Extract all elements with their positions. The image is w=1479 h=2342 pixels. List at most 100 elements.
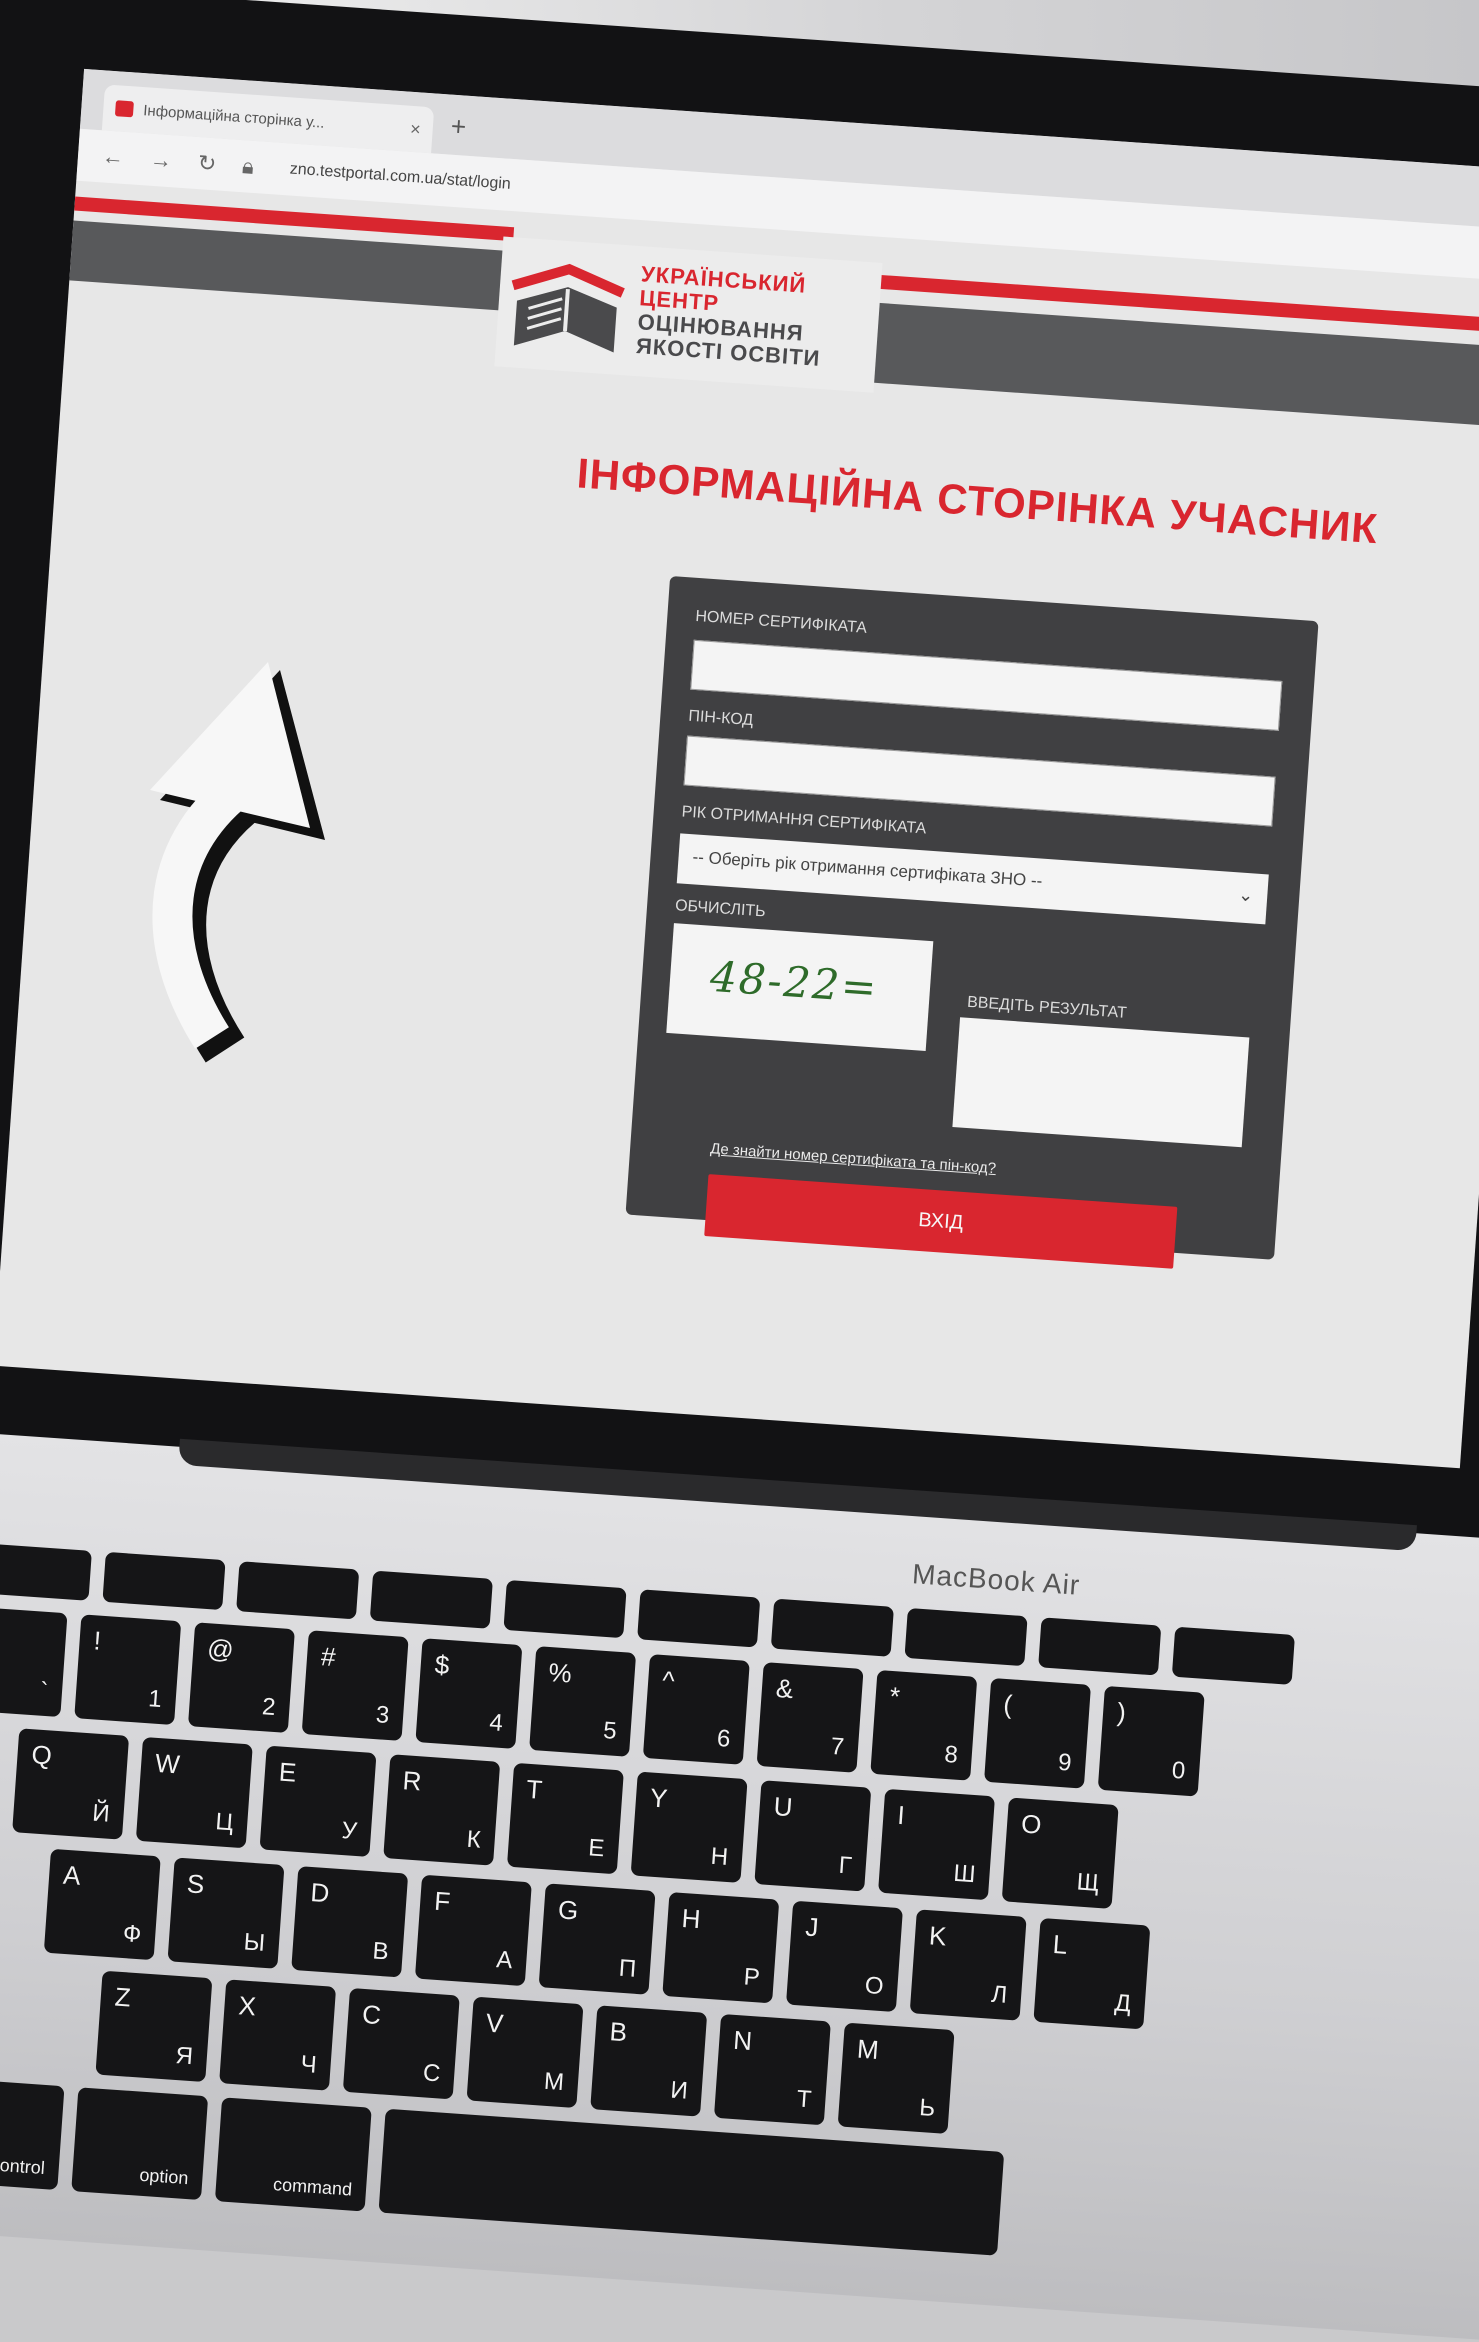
key-n[interactable]: NТ: [713, 2013, 831, 2126]
key-control[interactable]: control: [0, 2077, 65, 2191]
key-legend: Ф: [122, 1920, 143, 1949]
key-o[interactable]: OЩ: [1001, 1797, 1119, 1909]
certificate-number-input[interactable]: [690, 639, 1283, 731]
login-button[interactable]: ВХІД: [704, 1174, 1178, 1269]
key-legend: M: [856, 2033, 880, 2065]
key-u[interactable]: UГ: [754, 1780, 872, 1892]
key-legend: Ь: [918, 2094, 937, 2123]
key-legend: Е: [587, 1834, 606, 1863]
key-f[interactable]: FА: [414, 1874, 532, 1987]
key-9[interactable]: (9: [984, 1677, 1092, 1789]
captcha-label: ОБЧИСЛІТЬ: [674, 897, 767, 921]
reload-icon[interactable]: ↻: [197, 150, 217, 177]
captcha-image: 48-22=: [666, 923, 934, 1051]
key-legend: 2: [261, 1693, 277, 1722]
new-tab-icon[interactable]: +: [450, 111, 467, 143]
key-tilde[interactable]: ~`: [0, 1606, 68, 1718]
key-legend: ^: [661, 1665, 676, 1696]
key-t[interactable]: TЕ: [506, 1762, 624, 1875]
key-4[interactable]: $4: [415, 1638, 523, 1749]
key-e[interactable]: EУ: [259, 1745, 377, 1857]
key-j[interactable]: JО: [785, 1900, 903, 2013]
ucoz-logo[interactable]: УКРАЇНСЬКИЙ ЦЕНТР ОЦІНЮВАННЯ ЯКОСТІ ОСВІ…: [494, 236, 883, 393]
key-w[interactable]: WЦ: [135, 1736, 253, 1849]
key-2[interactable]: @2: [187, 1622, 295, 1733]
key-f6[interactable]: [770, 1598, 894, 1657]
key-x[interactable]: XЧ: [219, 1979, 337, 2091]
captcha-result-input[interactable]: [952, 1017, 1250, 1148]
curved-arrow-up-icon: [150, 662, 325, 1063]
key-legend: $: [433, 1649, 451, 1681]
key-f5[interactable]: [637, 1589, 761, 1648]
key-h[interactable]: HР: [662, 1892, 780, 2004]
key-esc[interactable]: [0, 1542, 92, 1601]
key-s[interactable]: SЫ: [167, 1857, 285, 1969]
lock-icon: 🔒︎: [241, 153, 255, 179]
key-f8[interactable]: [1038, 1617, 1162, 1676]
key-5[interactable]: % 5: [529, 1646, 637, 1757]
url-text[interactable]: zno.testportal.com.ua/stat/login: [289, 160, 511, 193]
certificate-label: НОМЕР СЕРТИФІКАТА: [694, 607, 868, 637]
forward-icon[interactable]: →: [149, 147, 173, 174]
key-legend: N: [732, 2024, 754, 2057]
key-legend: 9: [1057, 1748, 1073, 1777]
key-legend: Я: [174, 2041, 194, 2071]
key-3[interactable]: #3: [301, 1630, 409, 1741]
key-legend: G: [557, 1894, 580, 1926]
key-i[interactable]: IШ: [878, 1788, 996, 1901]
key-legend: Ц: [214, 1808, 235, 1837]
key-legend: E: [277, 1756, 298, 1788]
key-legend: Ш: [952, 1859, 977, 1889]
tab-close-icon[interactable]: ×: [409, 118, 422, 140]
key-f1[interactable]: [102, 1551, 226, 1611]
key-legend: U: [772, 1791, 794, 1823]
key-legend: F: [433, 1885, 452, 1917]
key-option[interactable]: option: [71, 2087, 209, 2201]
key-legend: Й: [91, 1799, 111, 1828]
key-f9[interactable]: [1171, 1626, 1295, 1685]
key-legend: !: [92, 1625, 102, 1656]
key-z[interactable]: ZЯ: [95, 1970, 213, 2083]
key-legend: Л: [990, 1980, 1009, 2009]
key-f3[interactable]: [369, 1570, 493, 1629]
year-label: РІК ОТРИМАННЯ СЕРТИФІКАТА: [681, 803, 927, 838]
key-y[interactable]: YН: [630, 1771, 748, 1883]
key-v[interactable]: VМ: [466, 1996, 584, 2109]
key-f2[interactable]: [236, 1561, 360, 1620]
key-l[interactable]: LД: [1033, 1917, 1151, 2030]
key-6[interactable]: ^ 6: [642, 1654, 750, 1765]
key-b[interactable]: BИ: [590, 2005, 708, 2117]
login-form: НОМЕР СЕРТИФІКАТА ПІН-КОД РІК ОТРИМАННЯ …: [625, 575, 1319, 1269]
key-command[interactable]: command: [214, 2097, 372, 2212]
back-icon[interactable]: ←: [101, 143, 125, 170]
key-f7[interactable]: [904, 1607, 1028, 1667]
key-legend: C: [361, 1998, 383, 2031]
key-legend: У: [340, 1817, 358, 1846]
key-legend: O: [1020, 1808, 1043, 1840]
key-q[interactable]: QЙ: [12, 1728, 130, 1840]
key-0[interactable]: ) 0: [1097, 1685, 1205, 1797]
book-logo-icon: [511, 263, 625, 353]
key-g[interactable]: GП: [538, 1883, 656, 1995]
key-legend: D: [309, 1877, 331, 1909]
key-legend: Г: [837, 1851, 853, 1880]
key-legend: I: [896, 1799, 906, 1831]
key-d[interactable]: DВ: [291, 1866, 409, 1978]
pin-label: ПІН-КОД: [687, 707, 754, 730]
key-7[interactable]: & 7: [756, 1662, 864, 1773]
key-legend: ): [1116, 1696, 1127, 1728]
key-legend: option: [138, 2164, 190, 2189]
key-legend: A: [62, 1859, 82, 1891]
forgot-credentials-link[interactable]: Де знайти номер сертифіката та пін-код?: [710, 1140, 997, 1177]
key-c[interactable]: CС: [342, 1987, 460, 2100]
key-1[interactable]: ! 1: [74, 1614, 182, 1726]
captcha-text: 48-22=: [708, 951, 880, 1013]
key-f4[interactable]: [503, 1579, 627, 1639]
key-legend: 4: [488, 1709, 504, 1737]
key-8[interactable]: * 8: [870, 1669, 978, 1781]
key-a[interactable]: AФ: [43, 1848, 161, 1961]
key-r[interactable]: RК: [383, 1754, 501, 1866]
key-m[interactable]: MЬ: [837, 2022, 955, 2134]
key-k[interactable]: KЛ: [909, 1909, 1027, 2021]
key-legend: H: [680, 1902, 702, 1935]
